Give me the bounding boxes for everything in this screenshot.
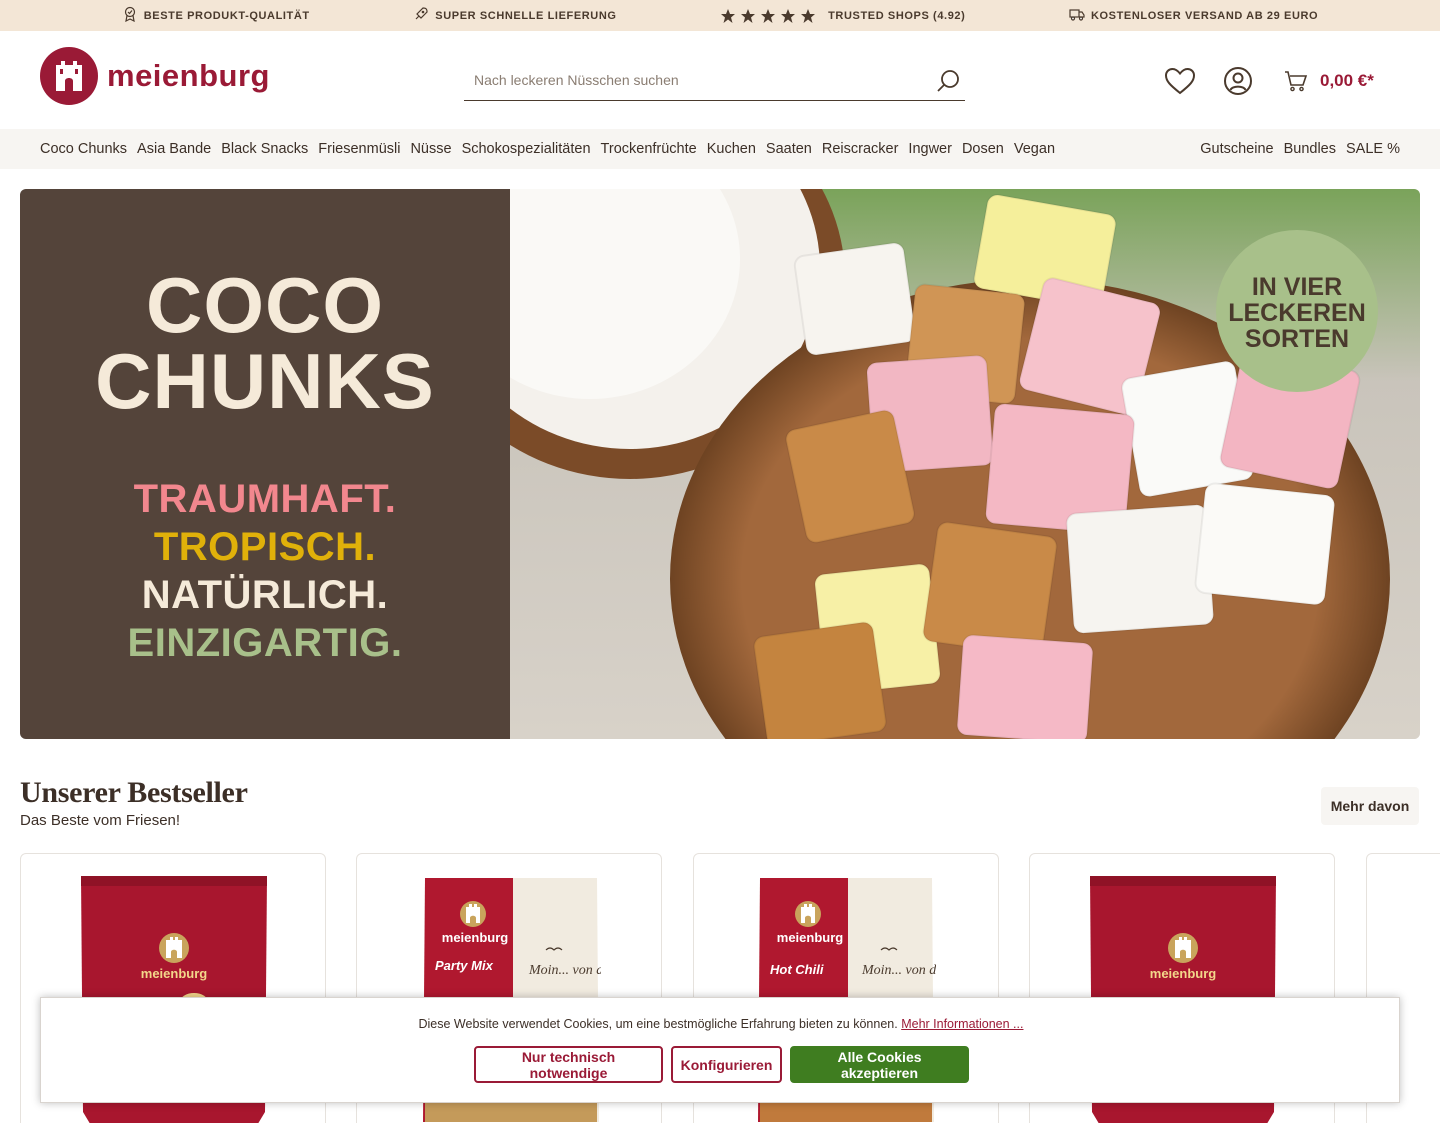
search-icon [937,70,959,92]
account-button[interactable] [1222,65,1254,97]
hero-tagline: TROPISCH. [153,525,377,569]
site-header: meienburg 0,00 €* [0,31,1440,129]
usp-quality: BESTE PRODUKT-QUALITÄT [122,6,310,25]
castle-logo-icon [40,47,98,105]
pack-brand: meienburg [141,966,208,981]
usp-trusted-shops[interactable]: TRUSTED SHOPS (4.92) [720,8,965,24]
search-input[interactable] [464,65,914,95]
badge-line: IN VIER [1251,273,1343,301]
badge-line: SORTEN [1244,325,1350,353]
hero-tagline: NATÜRLICH. [141,573,389,617]
nav-item-asia-bande[interactable]: Asia Bande [137,141,211,157]
cookie-text: Diese Website verwendet Cookies, um eine… [418,1017,898,1031]
pack-variant: Hot Chili [770,962,824,977]
section-subtitle: Das Beste vom Friesen! [20,812,181,829]
nav-item-kuchen[interactable]: Kuchen [707,141,756,157]
nav-item-vegan[interactable]: Vegan [1014,141,1055,157]
star-icon [781,8,796,23]
usp-free-shipping: KOSTENLOSER VERSAND AB 29 EURO [1069,6,1318,25]
logo-text: meienburg [107,58,270,93]
usp-label: BESTE PRODUKT-QUALITÄT [143,9,310,22]
badge-line: LECKEREN [1228,299,1366,327]
usp-label: KOSTENLOSER VERSAND AB 29 EURO [1090,9,1319,22]
nav-item-dosen[interactable]: Dosen [962,141,1004,157]
hero-banner[interactable]: COCO CHUNKS TRAUMHAFT. TROPISCH. NATÜRLI… [20,189,1420,739]
pack-brand: meienburg [1150,966,1217,981]
usp-label: TRUSTED SHOPS (4.92) [828,9,966,22]
nav-item-black-snacks[interactable]: Black Snacks [221,141,308,157]
hero-title: COCO CHUNKS [20,261,510,425]
cookie-accept-all-button[interactable]: Alle Cookies akzeptieren [790,1046,969,1083]
pack-brand: meienburg [777,930,844,945]
hero-tagline: EINZIGARTIG. [127,621,403,665]
cart-total: 0,00 €* [1320,71,1374,90]
category-nav: Coco Chunks Asia Bande Black Snacks Friesen… [0,129,1440,169]
pack-window-text: Moin... von der [861,963,936,978]
hero-image: IN VIER LECKEREN SORTEN [510,189,1420,739]
more-button[interactable]: Mehr davon [1321,787,1419,825]
user-account-icon [1224,67,1252,95]
rating-stars [720,8,816,24]
quality-badge-icon [122,6,138,25]
header-actions: 0,00 €* [1164,65,1374,97]
star-icon [741,8,756,23]
cart-button[interactable]: 0,00 €* [1284,70,1374,92]
rocket-icon [413,6,429,25]
nav-extras: Gutscheine Bundles SALE % [1200,141,1400,157]
heart-icon [1164,67,1196,95]
pack-window-text: Moin... von der [528,963,601,978]
hero-tagline: TRAUMHAFT. [133,477,397,521]
section-title: Unserer Bestseller [20,776,248,809]
star-icon [761,8,776,23]
logo-link[interactable]: meienburg [40,47,270,105]
wishlist-button[interactable] [1164,65,1196,97]
star-icon [721,8,736,23]
cookie-actions: Nur technisch notwendige Konfigurieren A… [474,1046,969,1083]
cart-icon [1285,71,1308,92]
nav-item-sale[interactable]: SALE % [1346,141,1400,157]
usp-delivery: SUPER SCHNELLE LIEFERUNG [413,6,616,25]
hero-badge: IN VIER LECKEREN SORTEN [1216,230,1378,392]
nav-categories: Coco Chunks Asia Bande Black Snacks Friesen… [40,141,1055,157]
nav-item-schokospezialitäten[interactable]: Schokospezialitäten [462,141,591,157]
nav-item-coco-chunks[interactable]: Coco Chunks [40,141,127,157]
pack-brand: meienburg [442,930,509,945]
delivery-truck-icon [1069,6,1085,25]
bestseller-header: Unserer Bestseller Das Beste vom Friesen… [20,776,248,829]
pack-variant: Party Mix [435,958,494,973]
star-icon [801,8,816,23]
cookie-banner: Diese Website verwendet Cookies, um eine… [40,997,1400,1103]
usp-label: SUPER SCHNELLE LIEFERUNG [435,9,617,22]
nav-item-saaten[interactable]: Saaten [766,141,812,157]
cookie-necessary-button[interactable]: Nur technisch notwendige [474,1046,663,1083]
hero-text-panel: COCO CHUNKS TRAUMHAFT. TROPISCH. NATÜRLI… [20,189,510,739]
nav-item-trockenfrüchte[interactable]: Trockenfrüchte [601,141,697,157]
nav-item-nüsse[interactable]: Nüsse [410,141,451,157]
usp-bar: BESTE PRODUKT-QUALITÄT SUPER SCHNELLE LI… [0,0,1440,31]
nav-item-gutscheine[interactable]: Gutscheine [1200,141,1273,157]
search-button[interactable] [931,65,965,97]
nav-item-reiscracker[interactable]: Reiscracker [822,141,899,157]
nav-item-ingwer[interactable]: Ingwer [908,141,952,157]
cookie-configure-button[interactable]: Konfigurieren [671,1046,782,1083]
hero-title-line: COCO [146,261,384,349]
search-bar [464,65,965,101]
nav-item-bundles[interactable]: Bundles [1284,141,1336,157]
cookie-more-info-link[interactable]: Mehr Informationen ... [901,1017,1023,1031]
cookie-message: Diese Website verwendet Cookies, um eine… [41,1017,1401,1031]
hero-title-line: CHUNKS [95,337,435,425]
hero-taglines: TRAUMHAFT. TROPISCH. NATÜRLICH. EINZIGAR… [20,475,510,667]
nav-item-friesenmüsli[interactable]: Friesenmüsli [318,141,400,157]
